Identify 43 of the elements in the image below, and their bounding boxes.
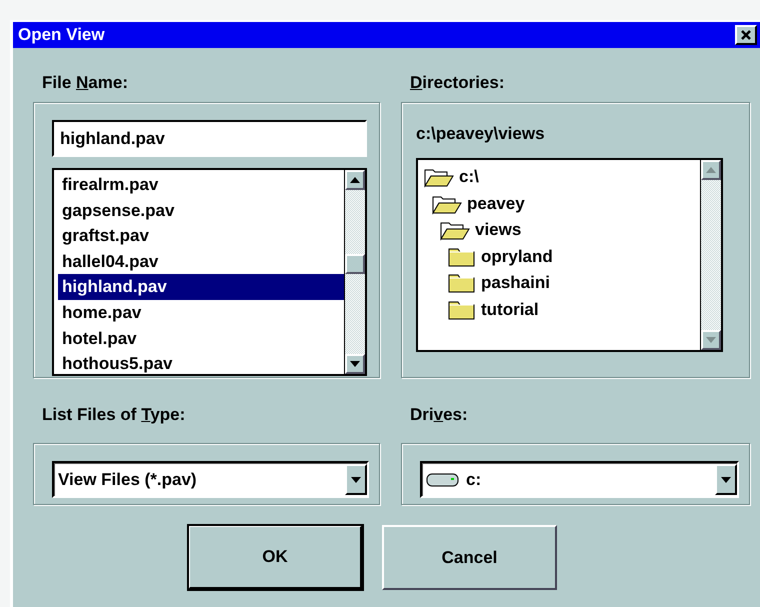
scroll-up-button[interactable] — [345, 170, 365, 190]
close-button[interactable] — [735, 25, 757, 45]
scroll-down-button[interactable] — [345, 354, 365, 374]
up-arrow-icon — [706, 167, 716, 173]
close-icon — [741, 30, 751, 40]
current-path: c:\peavey\views — [416, 123, 546, 145]
dropdown-button[interactable] — [345, 464, 367, 495]
scrollbar-track[interactable] — [700, 160, 721, 350]
scroll-up-button[interactable] — [701, 160, 721, 180]
caret-icon — [351, 476, 361, 482]
scrollbar-thumb[interactable] — [345, 254, 365, 274]
ok-button[interactable]: OK — [188, 525, 363, 590]
directory-item[interactable]: pashaini — [481, 273, 550, 294]
caret-icon — [721, 476, 731, 482]
scroll-down-button[interactable] — [701, 330, 721, 350]
hard-drive-icon — [426, 472, 460, 488]
directory-item[interactable]: tutorial — [481, 300, 539, 320]
file-name-field[interactable]: highland.pav — [52, 120, 367, 157]
field-label: Directories: — [410, 73, 504, 92]
file-item[interactable]: hallel04.pav — [58, 248, 344, 274]
field-label: List Files of Type: — [42, 405, 186, 424]
file-item[interactable]: hotel.pav — [58, 326, 344, 352]
directory-item[interactable]: c:\ — [459, 167, 479, 188]
window-title: Open View — [18, 25, 106, 45]
drive-dropdown[interactable]: c: — [420, 461, 739, 498]
file-item[interactable]: highland.pav — [58, 274, 344, 300]
field-label: File Name: — [42, 73, 128, 92]
directory-item[interactable]: opryland — [481, 246, 553, 267]
directory-item[interactable]: peavey — [467, 194, 525, 214]
file-item[interactable]: hothous5.pav — [58, 351, 344, 377]
directory-item[interactable]: views — [475, 220, 522, 240]
file-type-dropdown[interactable]: View Files (*.pav) — [52, 461, 369, 498]
file-item[interactable]: gapsense.pav — [58, 198, 344, 224]
down-arrow-icon — [350, 361, 360, 367]
up-arrow-icon — [350, 177, 360, 183]
field-label: Drives: — [410, 405, 468, 424]
down-arrow-icon — [706, 337, 716, 343]
file-item[interactable]: graftst.pav — [58, 223, 344, 249]
dropdown-button[interactable] — [715, 464, 737, 495]
file-item[interactable]: home.pav — [58, 300, 344, 326]
cancel-button[interactable]: Cancel — [382, 525, 557, 590]
file-item[interactable]: firealrm.pav — [58, 172, 344, 198]
scrollbar-track[interactable] — [344, 170, 365, 374]
